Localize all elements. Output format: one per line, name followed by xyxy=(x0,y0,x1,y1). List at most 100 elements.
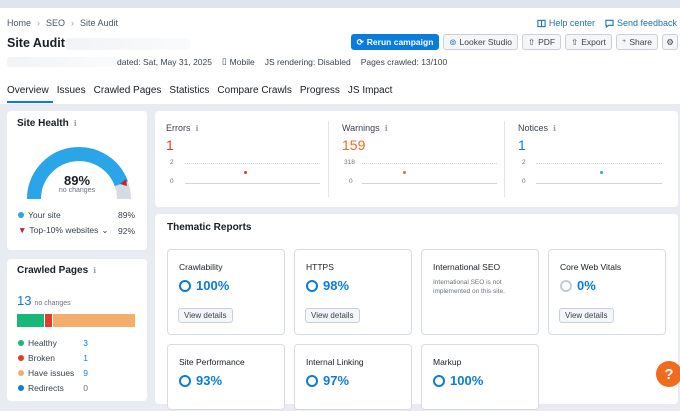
warnings-axis-min: 0 xyxy=(349,178,353,185)
warnings-value[interactable]: 159 xyxy=(342,137,365,153)
divider xyxy=(328,121,329,197)
upload-icon: ⇧ xyxy=(571,36,579,47)
site-health-title: Site Health ℹ xyxy=(17,118,77,129)
view-details-button[interactable]: View details xyxy=(305,308,360,323)
crawled-count[interactable]: 13 no changes xyxy=(17,293,71,308)
toolbar: ⟳ Rerun campaign ⊚ Looker Studio ⇧ PDF ⇧ Exp… xyxy=(350,34,678,50)
view-details-button[interactable]: View details xyxy=(559,308,614,323)
tab-statistics[interactable]: Statistics xyxy=(169,85,213,103)
page-title: Site Audit: xyxy=(7,36,70,50)
legend-healthy: Healthy 3 xyxy=(18,335,88,350)
top10-row[interactable]: ▼ Top-10% websites ⌄ 92% xyxy=(18,225,135,236)
js-rendering: JS rendering: Disabled xyxy=(264,56,351,67)
export-button[interactable]: ⇧ Export xyxy=(565,34,612,50)
bar-segment-broken xyxy=(44,314,52,327)
report-markup[interactable]: Markup 100% xyxy=(421,344,539,410)
tab-crawled-pages[interactable]: Crawled Pages xyxy=(94,85,166,103)
tab-js-impact[interactable]: JS Impact xyxy=(348,85,396,103)
warnings-axis-max: 318 xyxy=(344,159,355,166)
progress-ring-icon xyxy=(179,279,191,292)
thematic-reports-card: Thematic Reports Crawlability 100% View … xyxy=(155,214,678,410)
chevron-right-icon: › xyxy=(71,18,75,28)
warnings-gridline-top xyxy=(362,163,497,164)
report-site-performance[interactable]: Site Performance 93% xyxy=(167,344,285,410)
view-details-button[interactable]: View details xyxy=(178,308,233,323)
warnings-point xyxy=(403,171,406,174)
share-button[interactable]: ⁺ Share xyxy=(615,34,658,50)
tab-compare-crawls[interactable]: Compare Crawls xyxy=(217,85,295,103)
your-site-row: Your site 89% xyxy=(18,210,135,220)
report-international-seo: International SEO International SEO is n… xyxy=(421,249,539,335)
dot-icon xyxy=(18,354,24,361)
errors-axis-max: 2 xyxy=(170,159,174,166)
errors-value[interactable]: 1 xyxy=(166,137,174,153)
international-seo-note: International SEO is not implemented on … xyxy=(433,279,505,295)
tab-overview[interactable]: Overview xyxy=(7,85,53,103)
info-icon[interactable]: ℹ xyxy=(385,124,388,133)
tab-progress[interactable]: Progress xyxy=(300,85,344,103)
breadcrumb: Home › SEO › Site Audit xyxy=(7,18,118,28)
errors-gridline-bottom xyxy=(185,183,320,184)
progress-ring-icon xyxy=(560,279,572,292)
info-icon[interactable]: ℹ xyxy=(553,124,556,133)
crawled-pages-card: Crawled Pages ℹ 13 no changes Healthy 3 Br… xyxy=(7,259,147,401)
help-bubble-button[interactable]: ? xyxy=(656,361,680,387)
errors-gridline-top xyxy=(185,163,320,164)
chat-icon xyxy=(605,19,614,28)
divider xyxy=(504,121,505,197)
notices-axis-min: 0 xyxy=(522,178,526,185)
warnings-panel: Warnings ℹ 159 318 0 xyxy=(330,111,503,207)
mobile-icon: ▯ xyxy=(221,56,227,66)
help-center-link[interactable]: Help center xyxy=(537,18,595,28)
audit-meta: dated: Sat, May 31, 2025 ▯ Mobile JS rend… xyxy=(7,56,447,67)
tab-issues[interactable]: Issues xyxy=(57,85,90,103)
errors-label: Errors ℹ xyxy=(166,123,199,133)
device-info: ▯ Mobile xyxy=(221,56,255,67)
health-sub: no changes xyxy=(58,187,96,194)
progress-ring-icon xyxy=(433,374,445,387)
crawled-legend: Healthy 3 Broken 1 Have issues 9 Redirects 0 xyxy=(18,335,88,395)
pdf-button[interactable]: ⇧ PDF xyxy=(521,34,562,50)
refresh-icon: ⟳ xyxy=(356,36,364,47)
last-update: dated: Sat, May 31, 2025 xyxy=(117,56,212,67)
legend-have-issues: Have issues 9 xyxy=(18,365,88,380)
progress-ring-icon xyxy=(306,279,318,292)
info-icon[interactable]: ℹ xyxy=(93,266,96,275)
notices-axis-max: 2 xyxy=(522,159,526,166)
dot-icon xyxy=(18,369,24,376)
notices-point xyxy=(600,171,603,174)
info-icon[interactable]: ℹ xyxy=(74,119,77,128)
book-icon xyxy=(537,19,546,27)
report-crawlability[interactable]: Crawlability 100% View details xyxy=(167,249,285,335)
tab-bar: Overview Issues Crawled Pages Statistics… xyxy=(7,85,400,103)
dot-icon xyxy=(18,212,24,218)
chevron-right-icon: › xyxy=(37,18,41,28)
report-core-web-vitals[interactable]: Core Web Vitals 0% View details xyxy=(548,249,666,335)
errors-point xyxy=(244,171,247,174)
settings-button[interactable]: ⚙ xyxy=(662,34,678,50)
notices-label: Notices ℹ xyxy=(518,123,557,133)
report-https[interactable]: HTTPS 98% View details xyxy=(294,249,412,335)
upload-icon: ⇧ xyxy=(527,36,536,47)
looker-studio-button[interactable]: ⊚ Looker Studio xyxy=(443,34,518,50)
redacted-domain xyxy=(66,38,190,50)
rerun-campaign-button[interactable]: ⟳ Rerun campaign xyxy=(350,34,440,50)
bar-segment-issues xyxy=(52,314,135,327)
info-icon[interactable]: ℹ xyxy=(196,124,199,133)
progress-ring-icon xyxy=(179,374,191,387)
pages-crawled: Pages crawled: 13/100 xyxy=(360,56,448,67)
report-internal-linking[interactable]: Internal Linking 97% xyxy=(294,344,412,410)
notices-gridline-bottom xyxy=(536,183,662,184)
metrics-card: Errors ℹ 1 2 0 Warnings ℹ 159 318 0 Notice… xyxy=(155,111,678,207)
chevron-down-icon: ⌄ xyxy=(101,225,109,235)
site-health-card: Site Health ℹ 89% no changes Your site 89… xyxy=(7,111,147,250)
triangle-down-icon: ▼ xyxy=(18,225,27,235)
warnings-label: Warnings ℹ xyxy=(342,123,388,133)
dot-icon xyxy=(18,339,24,346)
crawled-stack-bar xyxy=(17,314,135,327)
send-feedback-link[interactable]: Send feedback xyxy=(605,18,677,28)
notices-value[interactable]: 1 xyxy=(518,137,526,153)
health-score: 89% xyxy=(63,173,91,188)
breadcrumb-home[interactable]: Home xyxy=(7,18,31,28)
breadcrumb-seo[interactable]: SEO xyxy=(46,18,65,28)
